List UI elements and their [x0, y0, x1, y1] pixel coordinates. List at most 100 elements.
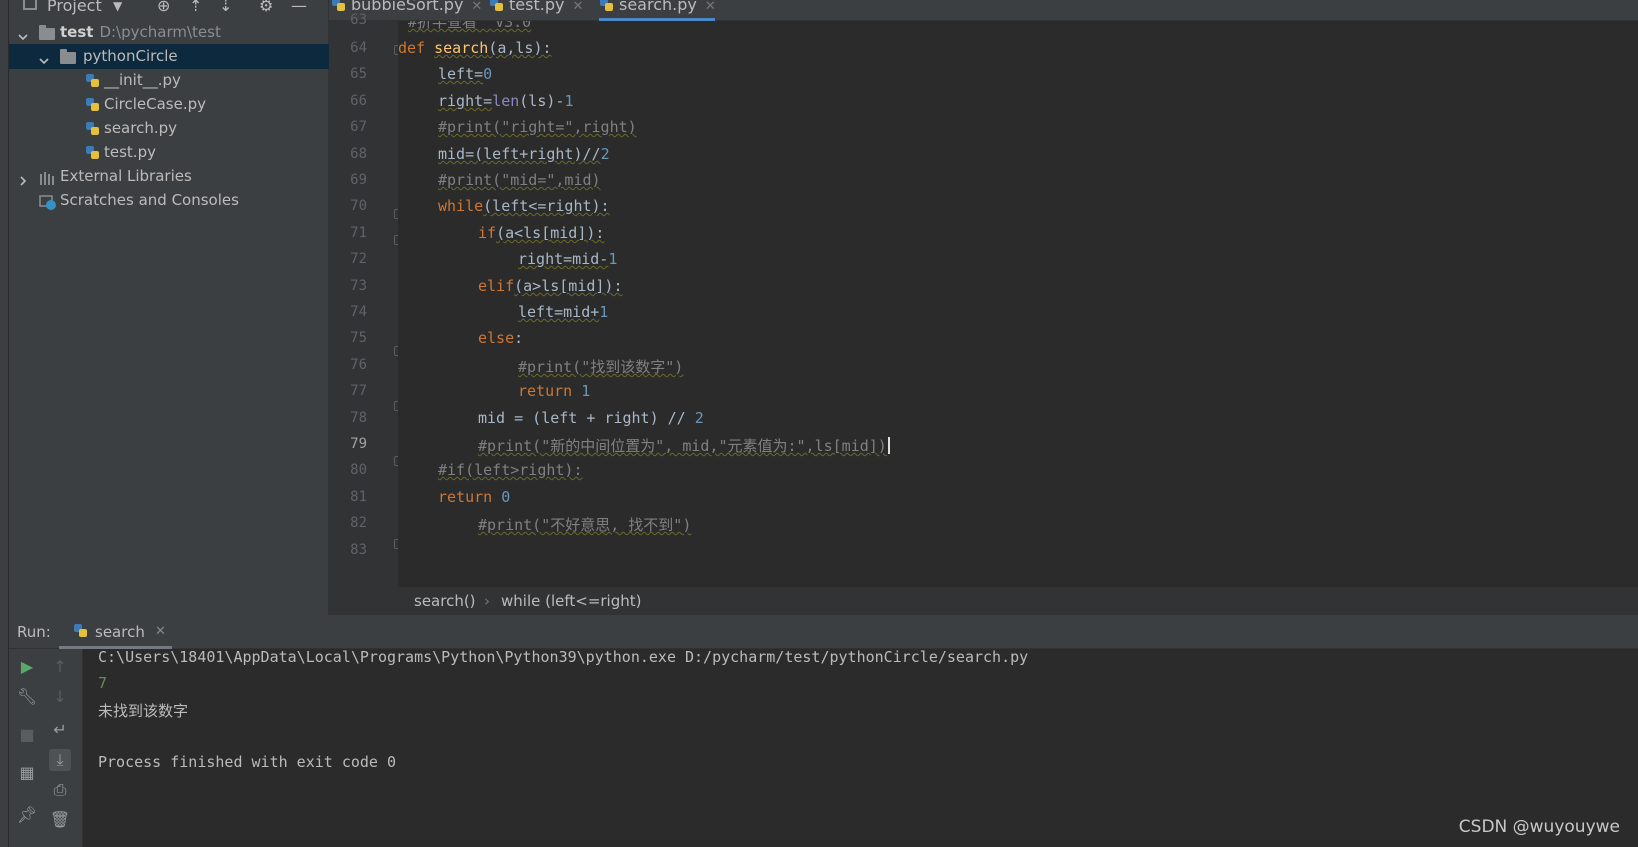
tree-item-search-py[interactable]: search.py	[9, 116, 329, 141]
run-tab-label: search	[95, 623, 145, 641]
console-line-input: 7	[98, 674, 108, 692]
layout-icon[interactable]: ▦	[16, 762, 38, 784]
line-number: 74	[350, 304, 367, 320]
locate-icon[interactable]: ⊕	[157, 0, 170, 15]
line-number-current: 79	[350, 436, 367, 452]
minimize-icon[interactable]: —	[291, 0, 307, 15]
editor-gutter: 63 64 65 66 67 68 69 70 71 72 73 74 75 7…	[329, 12, 398, 587]
console-line-exit: Process finished with exit code 0	[98, 753, 397, 771]
code-line-75: else:	[478, 329, 524, 347]
code-line-77: return 1	[518, 382, 591, 400]
code-line-67: #print("right=",right)	[438, 118, 637, 136]
line-number: 78	[350, 410, 367, 426]
tree-item-label: test D:\pycharm\test	[60, 23, 221, 41]
soft-wrap-icon[interactable]: ↵	[49, 719, 71, 741]
code-line-68: mid=(left+right)//2	[438, 145, 610, 163]
project-title[interactable]: Project	[47, 0, 102, 15]
up-arrow-icon[interactable]: ↑	[49, 656, 71, 678]
tree-item-label: test.py	[104, 143, 156, 161]
code-line-76: #print("找到该数字")	[518, 358, 684, 376]
project-view-icon[interactable]	[23, 0, 37, 10]
stop-icon[interactable]: ■	[16, 724, 38, 746]
line-number: 66	[350, 93, 367, 109]
tree-item-label: External Libraries	[60, 167, 192, 185]
tree-item-label: __init__.py	[104, 71, 181, 89]
code-line-73: elif(a>ls[mid]):	[478, 277, 623, 295]
line-number: 63	[350, 12, 367, 28]
breadcrumb-item-function[interactable]: search()	[414, 592, 476, 610]
pin-icon[interactable]: 📌︎	[16, 804, 38, 826]
close-icon[interactable]: ✕	[471, 0, 482, 14]
run-tab-search[interactable]: search ✕	[59, 615, 172, 649]
code-line-72: right=mid-1	[518, 250, 618, 268]
down-arrow-icon[interactable]: ↓	[49, 686, 71, 708]
python-file-icon	[73, 623, 88, 638]
python-file-icon	[85, 73, 101, 88]
code-line-82: #print("不好意思, 找不到")	[478, 516, 692, 534]
folder-icon	[39, 25, 55, 40]
rerun-icon[interactable]: ▶	[16, 656, 38, 678]
python-file-icon	[85, 145, 101, 160]
close-icon[interactable]: ✕	[572, 0, 583, 14]
tab-test[interactable]: test.py ✕	[489, 0, 583, 21]
tree-item-test-py[interactable]: test.py	[9, 140, 329, 165]
line-number: 69	[350, 172, 367, 188]
breadcrumb-item-while[interactable]: while (left<=right)	[501, 592, 642, 610]
console-line-result: 未找到该数字	[98, 702, 189, 720]
code-line-70: while(left<=right):	[438, 197, 610, 215]
close-icon[interactable]: ✕	[705, 0, 716, 14]
tab-search[interactable]: search.py ✕	[599, 0, 716, 21]
python-file-icon	[85, 97, 101, 112]
tree-item-label: search.py	[104, 119, 177, 137]
wrench-icon[interactable]: 🔧︎	[16, 686, 38, 708]
tree-item-external-libraries[interactable]: External Libraries	[9, 164, 329, 189]
line-number: 64	[350, 40, 367, 56]
close-icon[interactable]: ✕	[155, 624, 166, 639]
code-line-81: return 0	[438, 488, 511, 506]
line-number: 70	[350, 198, 367, 214]
left-tool-strip[interactable]	[0, 0, 9, 847]
tree-item-label: CircleCase.py	[104, 95, 206, 113]
breadcrumb: search() › while (left<=right)	[329, 587, 1638, 615]
line-number: 80	[350, 462, 367, 478]
python-file-icon	[599, 0, 614, 12]
line-number: 71	[350, 225, 367, 241]
tab-label: search.py	[619, 0, 697, 14]
tab-label: bubbieSort.py	[351, 0, 464, 14]
console-output[interactable]: C:\Users\18401\AppData\Local\Programs\Py…	[83, 648, 1638, 847]
chevron-down-icon[interactable]: ▼	[113, 0, 122, 13]
line-number: 76	[350, 357, 367, 373]
collapse-all-icon[interactable]: ⇣	[219, 0, 232, 15]
code-line-65: left=0	[438, 65, 493, 83]
tree-item-pythoncircle[interactable]: pythonCircle	[9, 44, 329, 69]
run-label: Run:	[17, 623, 51, 641]
gear-icon[interactable]: ⚙	[259, 0, 273, 15]
scroll-to-end-icon[interactable]: ⤓	[49, 749, 71, 771]
code-line-74: left=mid+1	[518, 303, 609, 321]
line-number: 75	[350, 330, 367, 346]
python-file-icon	[331, 0, 346, 12]
line-number: 77	[350, 383, 367, 399]
print-icon[interactable]: ⎙	[49, 779, 71, 801]
watermark: CSDN @wuyouywe	[1458, 817, 1620, 837]
tree-item-test[interactable]: test D:\pycharm\test	[9, 20, 329, 45]
code-line-78: mid = (left + right) // 2	[478, 409, 704, 427]
code-line-63: #折半查看 V3.0	[408, 21, 532, 31]
line-number: 82	[350, 515, 367, 531]
expand-all-icon[interactable]: ⇡	[189, 0, 202, 15]
line-number: 65	[350, 66, 367, 82]
project-panel: Project ▼ ⊕ ⇡ ⇣ ⚙ — test D:\pycharm\test …	[9, 0, 329, 615]
tree-item-circlecase-py[interactable]: CircleCase.py	[9, 92, 329, 117]
trash-icon[interactable]: 🗑︎	[49, 809, 71, 831]
text-cursor	[887, 437, 890, 454]
line-number: 83	[350, 542, 367, 558]
line-number: 68	[350, 146, 367, 162]
tree-item-label: pythonCircle	[83, 47, 178, 65]
chevron-down-icon[interactable]	[17, 26, 29, 41]
chevron-down-icon[interactable]	[38, 50, 50, 65]
tree-item-scratches[interactable]: Scratches and Consoles	[9, 188, 329, 213]
line-number: 67	[350, 119, 367, 135]
chevron-right-icon[interactable]	[17, 170, 29, 186]
tree-item-init-py[interactable]: __init__.py	[9, 68, 329, 93]
code-editor[interactable]: #折半查看 V3.0 def search(a,ls): left=0 righ…	[398, 21, 1638, 587]
